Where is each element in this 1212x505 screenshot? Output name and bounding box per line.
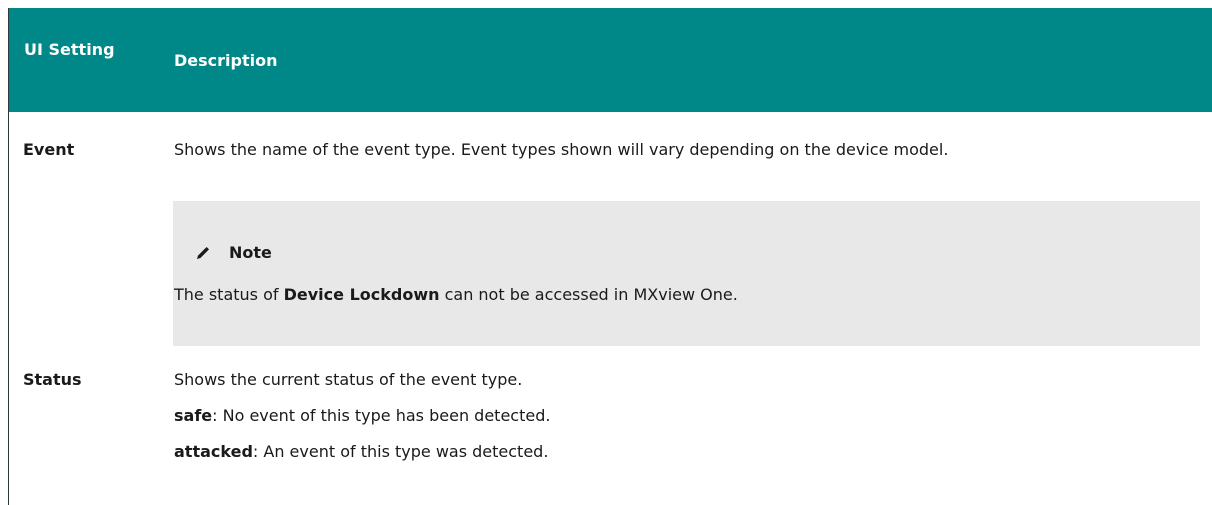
table-header: UI Setting Description <box>9 8 1212 112</box>
note-bold-term: Device Lockdown <box>283 285 440 304</box>
status-value-safe: safe: No event of this type has been det… <box>174 406 551 425</box>
row-label-event: Event <box>23 140 75 159</box>
pencil-icon <box>197 247 209 259</box>
event-description: Shows the name of the event type. Event … <box>174 140 949 159</box>
note-text: The status of Device Lockdown can not be… <box>174 285 738 304</box>
status-description: Shows the current status of the event ty… <box>174 370 523 389</box>
row-label-status: Status <box>23 370 82 389</box>
status-value-attacked: attacked: An event of this type was dete… <box>174 442 549 461</box>
header-description: Description <box>174 51 278 70</box>
settings-table: UI Setting Description Event Shows the n… <box>8 8 1212 505</box>
note-box: Note The status of Device Lockdown can n… <box>173 201 1200 346</box>
note-title: Note <box>229 243 272 262</box>
header-ui-setting: UI Setting <box>24 40 115 59</box>
